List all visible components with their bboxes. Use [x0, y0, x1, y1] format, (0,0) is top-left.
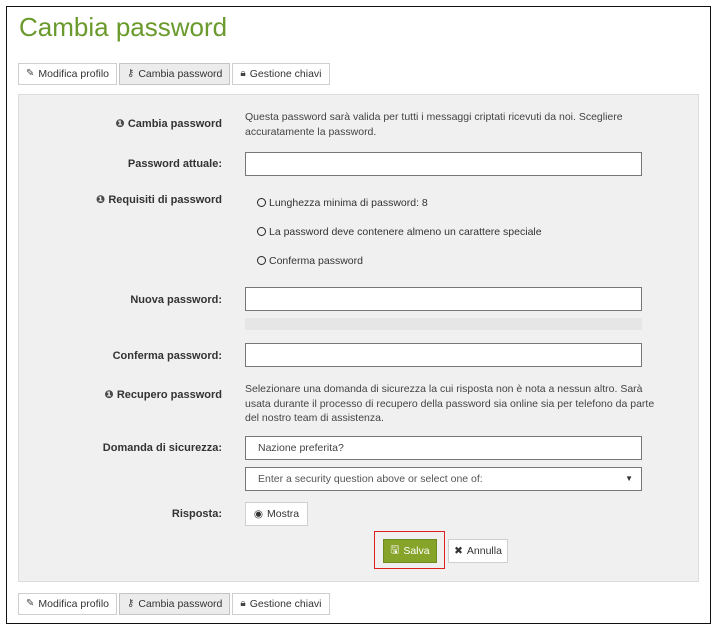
recovery-help-text: Selezionare una domanda di sicurezza la … — [245, 383, 655, 424]
tab-label: Cambia password — [138, 68, 223, 80]
tab-label: Gestione chiavi — [249, 598, 322, 610]
page-title: Cambia password — [19, 12, 228, 42]
tab-modifica-profilo[interactable]: ✎ Modifica profilo — [18, 63, 118, 85]
lock-icon: 🔒︎ — [240, 68, 246, 79]
intro-help-text: Questa password sarà valida per tutti i … — [245, 111, 623, 138]
tab-label: Modifica profilo — [38, 598, 110, 610]
tab-gestione-chiavi[interactable]: 🔒︎ Gestione chiavi — [232, 593, 330, 615]
tab-bar-bottom: ✎ Modifica profilo ⚷ Cambia password 🔒︎ … — [18, 593, 332, 615]
current-password-label: Password attuale: — [127, 158, 222, 170]
recovery-label-text: Recupero password — [116, 389, 222, 401]
recovery-label: ❶ Recupero password — [22, 388, 222, 401]
save-label: Salva — [403, 545, 430, 557]
answer-label: Risposta: — [171, 508, 222, 520]
tab-cambia-password[interactable]: ⚷ Cambia password — [119, 63, 231, 85]
tab-modifica-profilo[interactable]: ✎ Modifica profilo — [18, 593, 118, 615]
tab-bar-top: ✎ Modifica profilo ⚷ Cambia password 🔒︎ … — [18, 63, 332, 85]
current-password-field[interactable] — [245, 152, 642, 176]
main-frame: Cambia password ✎ Modifica profilo ⚷ Cam… — [6, 6, 711, 624]
circle-icon — [257, 227, 266, 236]
circle-icon — [257, 198, 266, 207]
new-password-field[interactable] — [245, 287, 642, 311]
floppy-disk-icon: 🖫 — [390, 544, 400, 556]
intro-label: ❶ Cambia password — [22, 117, 222, 130]
show-label: Mostra — [267, 508, 300, 520]
select-value: Enter a security question above or selec… — [258, 473, 483, 485]
password-strength-bar — [245, 318, 642, 330]
requirement-item: Conferma password — [257, 255, 363, 267]
requirement-item: La password deve contenere almeno un car… — [257, 226, 542, 238]
form-panel: ❶ Cambia password Questa password sarà va… — [18, 94, 699, 582]
tab-label: Cambia password — [138, 598, 223, 610]
security-question-label: Domanda di sicurezza: — [102, 442, 222, 454]
requirement-text: Conferma password — [269, 255, 363, 267]
requirements-label-text: Requisiti di password — [108, 194, 222, 206]
pencil-icon: ✎ — [26, 68, 35, 79]
show-answer-button[interactable]: ◉ Mostra — [245, 502, 308, 526]
cancel-button[interactable]: ✖ Annulla — [448, 539, 508, 563]
tab-label: Modifica profilo — [38, 68, 110, 80]
lock-icon: 🔒︎ — [240, 598, 246, 609]
info-icon: ❶ — [95, 194, 106, 206]
tab-cambia-password[interactable]: ⚷ Cambia password — [119, 593, 231, 615]
security-question-input[interactable]: Nazione preferita? — [245, 436, 642, 460]
requirement-text: Lunghezza minima di password: 8 — [269, 197, 428, 209]
new-password-label: Nuova password: — [130, 294, 222, 306]
requirements-label: ❶ Requisiti di password — [22, 193, 222, 206]
key-icon: ⚷ — [127, 68, 135, 79]
save-button[interactable]: 🖫 Salva — [383, 539, 437, 563]
requirement-item: Lunghezza minima di password: 8 — [257, 197, 428, 209]
eye-icon: ◉ — [253, 508, 264, 520]
confirm-password-label: Conferma password: — [112, 350, 222, 362]
info-icon: ❶ — [115, 118, 125, 130]
info-icon: ❶ — [104, 389, 114, 401]
security-question-select[interactable]: Enter a security question above or selec… — [245, 467, 642, 491]
requirement-text: La password deve contenere almeno un car… — [269, 226, 542, 238]
cancel-label: Annulla — [466, 545, 502, 557]
intro-label-text: Cambia password — [127, 118, 222, 130]
confirm-password-field[interactable] — [245, 343, 642, 367]
circle-icon — [257, 256, 266, 265]
tab-gestione-chiavi[interactable]: 🔒︎ Gestione chiavi — [232, 63, 330, 85]
close-icon: ✖ — [454, 545, 463, 557]
caret-down-icon: ▼ — [625, 474, 633, 483]
pencil-icon: ✎ — [26, 598, 35, 609]
key-icon: ⚷ — [127, 598, 135, 609]
tab-label: Gestione chiavi — [249, 68, 322, 80]
